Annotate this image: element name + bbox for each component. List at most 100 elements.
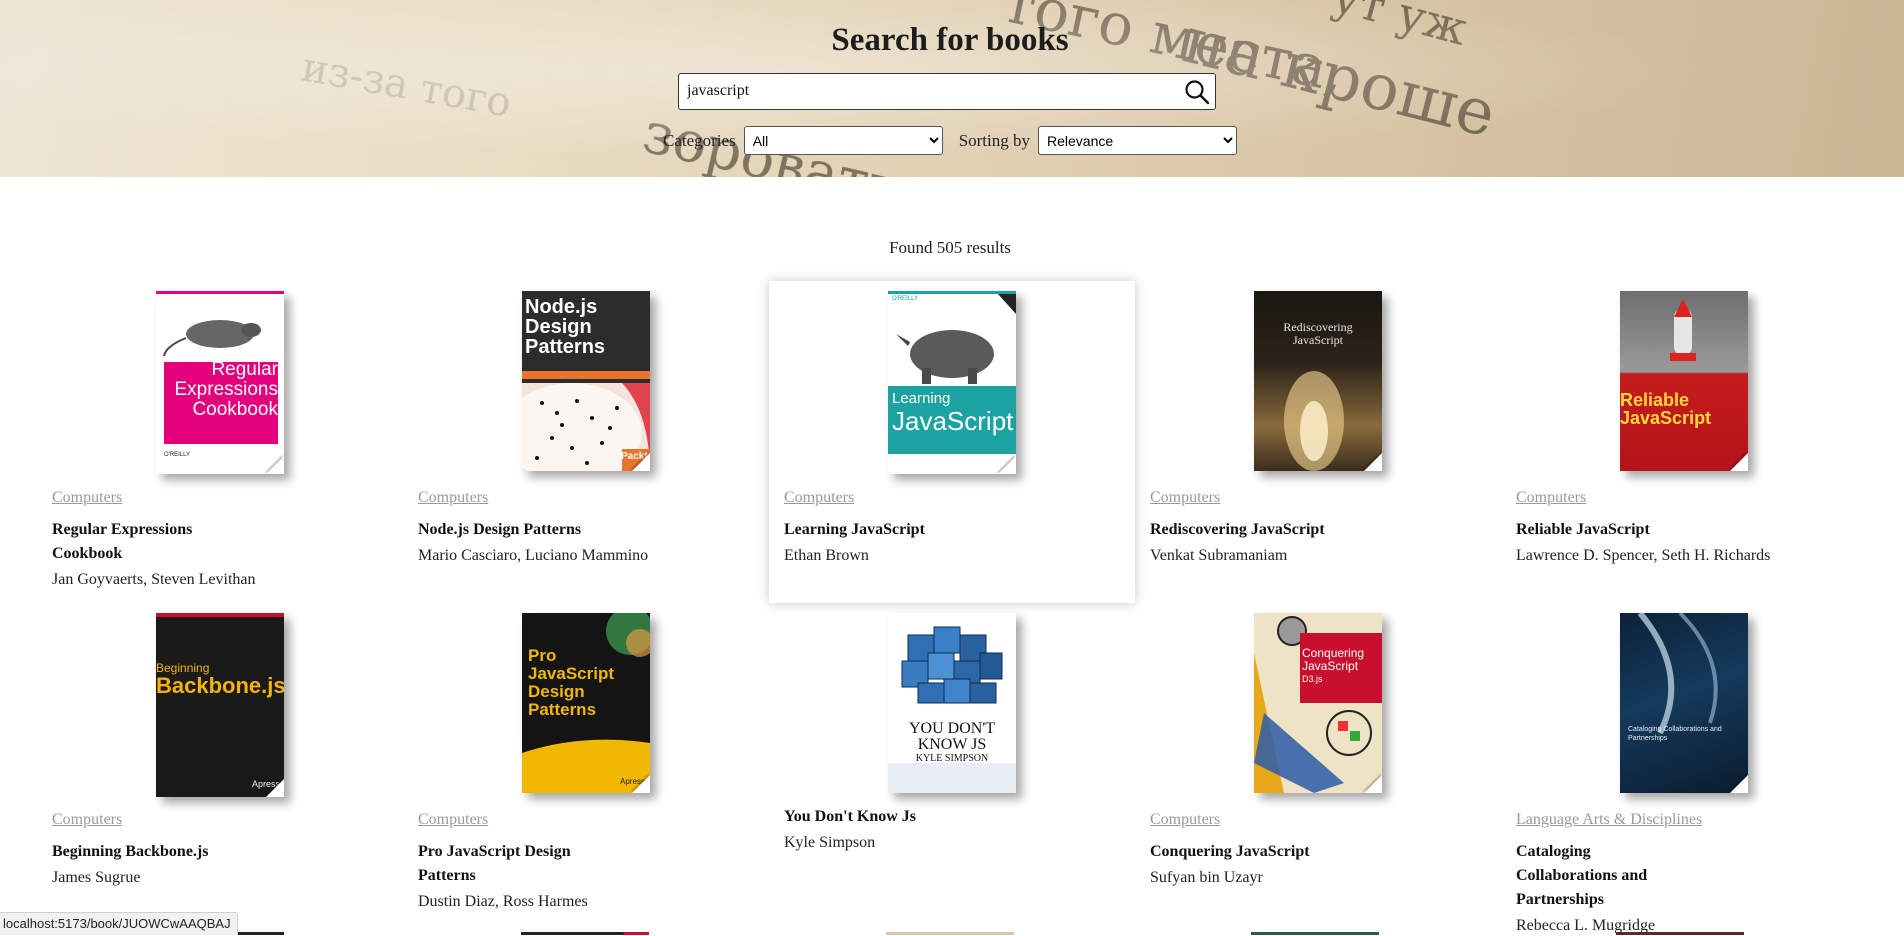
cover-title: Regular Expressions Cookbook <box>164 359 279 420</box>
book-card[interactable]: Node.js Design Patterns Packt Computers … <box>403 281 769 603</box>
cover-line: JavaScript <box>1302 659 1359 673</box>
book-cover-wrap: Cataloging Collaborations and Partnershi… <box>1516 613 1852 794</box>
book-card[interactable]: YOU DON'T KNOW JS KYLE SIMPSON You Don't… <box>769 603 1135 925</box>
book-category-link[interactable]: Computers <box>52 489 388 507</box>
cover-brand: O'REILLY <box>892 296 918 302</box>
page-curl <box>632 775 650 793</box>
book-category-link[interactable]: Language Arts & Disciplines <box>1516 811 1852 829</box>
book-card[interactable]: Beginning Backbone.js Apress Computers B… <box>37 603 403 925</box>
book-cover-wrap: O'REILLY Learning JavaScript <box>784 291 1120 474</box>
book-cover[interactable]: O'REILLY Regular Expressions Cookbook <box>156 291 284 474</box>
cover-line: Design Patterns <box>528 682 597 719</box>
cover-art <box>1637 613 1718 735</box>
book-category-link[interactable]: Computers <box>418 489 754 507</box>
sorting-select[interactable]: Relevance <box>1038 126 1237 155</box>
book-cover-wrap: YOU DON'T KNOW JS KYLE SIMPSON <box>784 613 1120 794</box>
cover-line: Patterns <box>525 336 606 358</box>
book-title: Learning JavaScript <box>784 521 925 538</box>
cover-title: Conquering JavaScript D3.js <box>1302 647 1364 686</box>
cave-illustration <box>1284 371 1344 471</box>
book-cover[interactable]: O'REILLY Learning JavaScript <box>888 291 1016 474</box>
book-title: Pro JavaScript Design Patterns <box>418 843 571 884</box>
page-curl <box>1730 775 1748 793</box>
categories-label: Categories <box>662 130 736 150</box>
page-curl <box>1730 453 1748 471</box>
search-box <box>678 73 1216 110</box>
book-grid: O'REILLY Regular Expressions Cookbook Co… <box>37 281 1867 934</box>
page-curl <box>1364 453 1382 471</box>
cover-line: Reliable <box>1620 390 1690 410</box>
categories-select[interactable]: All <box>743 126 943 155</box>
search-input[interactable] <box>679 74 1185 108</box>
book-card-hovered[interactable]: O'REILLY Learning JavaScript Computers L… <box>769 281 1135 603</box>
cover-title: Beginning Backbone.js <box>156 661 284 697</box>
cover-line: Pro <box>528 646 557 665</box>
book-cover[interactable]: Conquering JavaScript D3.js <box>1254 613 1382 793</box>
cover-brand: O'REILLY <box>164 452 190 458</box>
book-authors: Sufyan bin Uzayr <box>1150 869 1263 886</box>
cover-line: Backbone.js <box>156 673 284 698</box>
book-category-link[interactable]: Computers <box>52 811 388 829</box>
page-curl <box>1364 775 1382 793</box>
cover-line: Design <box>525 316 592 338</box>
abstract-art <box>1254 616 1382 793</box>
rhino-illustration: O'REILLY <box>888 294 1016 454</box>
book-authors: Venkat Subramaniam <box>1150 547 1288 564</box>
book-card[interactable]: Cataloging Collaborations and Partnershi… <box>1501 603 1867 934</box>
cover-line: Partnerships <box>1628 735 1668 742</box>
book-title: Cataloging Collaborations and Partnershi… <box>1516 843 1648 908</box>
book-category-link[interactable]: Computers <box>784 489 1120 507</box>
cover-line: Cookbook <box>192 399 278 420</box>
book-category-link[interactable]: Computers <box>1150 811 1486 829</box>
cover-line: YOU DON'T <box>909 720 995 737</box>
book-category-link[interactable]: Computers <box>1150 489 1486 507</box>
book-authors: Kyle Simpson <box>784 834 876 851</box>
cover-stripe <box>522 371 650 379</box>
book-card[interactable]: Pro JavaScript Design Patterns Apress Co… <box>403 603 769 925</box>
book-cover[interactable]: Cataloging Collaborations and Partnershi… <box>1620 613 1748 793</box>
book-cover-wrap: O'REILLY Regular Expressions Cookbook <box>52 291 388 474</box>
cover-line: JavaScript <box>1293 333 1343 347</box>
results-count: Found 505 results <box>889 238 1011 257</box>
cover-line: Node.js <box>525 296 598 318</box>
page-curl <box>998 456 1016 474</box>
book-authors: Mario Casciaro, Luciano Mammino <box>418 547 649 564</box>
link-status-bar: localhost:5173/book/JUOWCwAAQBAJ <box>0 912 238 935</box>
cover-title: Cataloging Collaborations and Partnershi… <box>1628 725 1738 743</box>
book-cover[interactable]: Beginning Backbone.js Apress <box>156 613 284 797</box>
cover-line: JavaScript <box>528 664 614 683</box>
book-authors: James Sugrue <box>52 869 141 886</box>
cover-title: YOU DON'T KNOW JS KYLE SIMPSON <box>888 721 1016 765</box>
page-curl <box>632 453 650 471</box>
book-card[interactable]: Reliable JavaScript Computers Reliable J… <box>1501 281 1867 603</box>
book-cover[interactable]: Node.js Design Patterns Packt <box>522 291 650 471</box>
book-authors: Jan Goyvaerts, Steven Levithan <box>52 571 256 588</box>
cover-line: JavaScript <box>892 406 1014 436</box>
cover-line: JavaScript <box>1620 408 1712 428</box>
book-title: Regular Expressions Cookbook <box>52 521 193 562</box>
book-authors: Lawrence D. Spencer, Seth H. Richards <box>1516 547 1771 564</box>
cover-line: KYLE SIMPSON <box>915 753 989 764</box>
book-title: You Don't Know Js <box>784 808 917 825</box>
book-cover[interactable]: YOU DON'T KNOW JS KYLE SIMPSON <box>888 613 1016 793</box>
book-title: Node.js Design Patterns <box>418 521 582 538</box>
book-category-link[interactable]: Computers <box>418 811 754 829</box>
book-category-link[interactable]: Computers <box>1516 489 1852 507</box>
book-card[interactable]: Conquering JavaScript D3.js Computers Co… <box>1135 603 1501 925</box>
cover-line: Expressions <box>174 379 279 400</box>
cover-title: Pro JavaScript Design Patterns <box>528 647 650 719</box>
book-cover-wrap: Beginning Backbone.js Apress <box>52 613 388 797</box>
book-title: Rediscovering JavaScript <box>1150 521 1325 538</box>
search-button[interactable] <box>1183 78 1211 106</box>
book-cover[interactable]: Reliable JavaScript <box>1620 291 1748 471</box>
book-card[interactable]: O'REILLY Regular Expressions Cookbook Co… <box>37 281 403 603</box>
cover-title: Learning JavaScript <box>892 390 1013 434</box>
book-card[interactable]: Rediscovering JavaScript Computers Redis… <box>1135 281 1501 603</box>
cover-line: Regular <box>211 359 278 380</box>
book-title: Conquering JavaScript <box>1150 843 1310 860</box>
book-cover[interactable]: Rediscovering JavaScript <box>1254 291 1382 471</box>
cover-title: Reliable JavaScript <box>1620 391 1711 427</box>
page-title: Search for books <box>831 22 1069 58</box>
page-curl <box>266 456 284 474</box>
book-cover[interactable]: Pro JavaScript Design Patterns Apress <box>522 613 650 793</box>
